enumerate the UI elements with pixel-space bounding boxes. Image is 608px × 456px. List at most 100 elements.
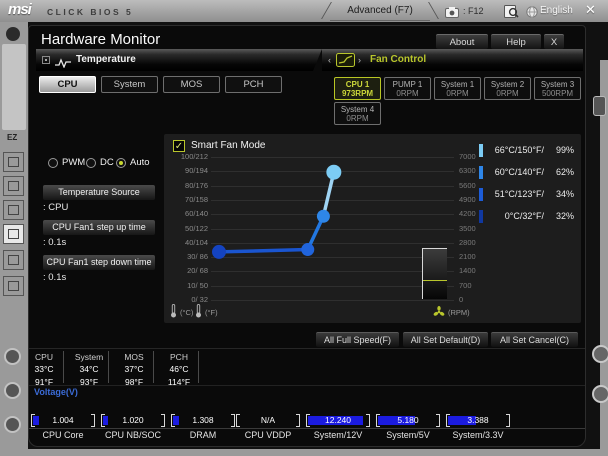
fan-control-section-label: Fan Control bbox=[370, 54, 427, 65]
right-edge-knob bbox=[592, 345, 608, 363]
advanced-mode-button[interactable]: Advanced (F7) bbox=[330, 0, 430, 21]
next-section-icon[interactable]: › bbox=[358, 55, 361, 65]
phone-icon bbox=[6, 27, 20, 41]
step-down-time-value: : 0.1s bbox=[43, 272, 67, 283]
screenshot-key-label: : F12 bbox=[463, 6, 484, 16]
radio-circle-icon bbox=[86, 157, 96, 168]
temp-column-cpu: CPU 33°C 91°F bbox=[24, 352, 64, 387]
top-bar: msi CLICK BIOS 5 Advanced (F7) : F12 Eng… bbox=[0, 0, 608, 22]
radio-circle-icon bbox=[116, 157, 126, 168]
temp-sensor-name: CPU bbox=[35, 352, 53, 362]
rpm-indicator-bar bbox=[422, 248, 447, 299]
radio-circle-icon bbox=[48, 157, 58, 168]
fan-button-system-1[interactable]: System 1 0RPM bbox=[434, 77, 481, 100]
divider bbox=[198, 351, 199, 383]
fan-button-cpu-1[interactable]: CPU 1 973RPM bbox=[334, 77, 381, 100]
tab-mos[interactable]: MOS bbox=[163, 76, 220, 93]
voltage-label: System/12V bbox=[313, 430, 363, 440]
fan-button-pump-1[interactable]: PUMP 1 0RPM bbox=[384, 77, 431, 100]
step-up-time-value: : 0.1s bbox=[43, 237, 67, 248]
help-button[interactable]: Help bbox=[491, 34, 541, 49]
curve-table-row: 0°C/32°F/32% bbox=[164, 209, 581, 225]
voltage-label: CPU VDDP bbox=[244, 430, 292, 440]
sidebar-fan-icon[interactable] bbox=[3, 224, 24, 244]
fan-curve-point-2[interactable] bbox=[301, 243, 315, 257]
step-down-time-button[interactable]: CPU Fan1 step down time bbox=[43, 255, 155, 270]
fan-control-section-header[interactable]: ‹ › Fan Control bbox=[322, 49, 583, 71]
fan-button-system-3[interactable]: System 3 500RPM bbox=[534, 77, 581, 100]
hardware-monitor-dialog: Hardware Monitor About Help X Temperatur… bbox=[28, 25, 586, 447]
voltage-value: N/A bbox=[260, 415, 276, 425]
celsius-unit-label: (°C) bbox=[180, 308, 194, 317]
temp-axis-tick: 0/ 32 bbox=[191, 295, 208, 304]
radio-dc[interactable]: DC bbox=[86, 154, 114, 168]
fan-button-system-2[interactable]: System 2 0RPM bbox=[484, 77, 531, 100]
voltage-gauge-cpu-vddp: N/A bbox=[236, 414, 300, 427]
globe-icon[interactable] bbox=[526, 5, 538, 23]
curve-duty-percent: 32% bbox=[555, 211, 574, 221]
voltage-gauge-cpu-nb-soc: 1.020 bbox=[101, 414, 165, 427]
fan-name: System 3 bbox=[540, 80, 575, 89]
sidebar-board-icon[interactable] bbox=[3, 250, 24, 270]
fan-curve-icon bbox=[336, 53, 355, 72]
tab-pch[interactable]: PCH bbox=[225, 76, 282, 93]
fan-name: System 2 bbox=[490, 80, 525, 89]
divider bbox=[153, 351, 154, 383]
curve-duty-percent: 34% bbox=[555, 189, 574, 199]
radio-pwm[interactable]: PWM bbox=[48, 154, 85, 168]
right-edge-slot bbox=[593, 96, 606, 116]
sidebar-panel bbox=[2, 44, 26, 130]
voltage-value: 5.180 bbox=[397, 415, 419, 425]
tab-system[interactable]: System bbox=[101, 76, 158, 93]
footer-button-all-full-speed-f-[interactable]: All Full Speed(F) bbox=[316, 332, 399, 347]
sidebar-dial-icon bbox=[4, 348, 21, 365]
camera-icon[interactable] bbox=[445, 5, 459, 23]
divider bbox=[29, 428, 585, 429]
right-edge-knob bbox=[592, 385, 608, 403]
status-strip: CPU 33°C 91°F System 34°C 93°F MOS 37°C 98°F PCH 4… bbox=[29, 348, 585, 447]
fan-rpm: 0RPM bbox=[496, 89, 519, 98]
temp-celsius-value: 33°C bbox=[34, 364, 54, 374]
background-sidebar: EZ bbox=[0, 22, 28, 456]
temperature-source-button[interactable]: Temperature Source bbox=[43, 185, 155, 200]
voltage-gauge-system-12v: 12.240 bbox=[306, 414, 370, 427]
prev-section-icon[interactable]: ‹ bbox=[328, 55, 331, 65]
msi-logo: msi bbox=[8, 1, 32, 18]
sidebar-drive-icon[interactable] bbox=[3, 200, 24, 220]
fan-button-system-4[interactable]: System 4 0RPM bbox=[334, 102, 381, 125]
temp-sensor-name: System bbox=[74, 352, 104, 362]
dialog-close-button[interactable]: X bbox=[544, 34, 564, 49]
voltage-value: 1.004 bbox=[52, 415, 74, 425]
sidebar-monitor-icon[interactable] bbox=[3, 152, 24, 172]
temp-axis-tick: 30/ 86 bbox=[187, 252, 208, 262]
step-up-time-button[interactable]: CPU Fan1 step up time bbox=[43, 220, 155, 235]
waveform-icon bbox=[55, 55, 71, 73]
sidebar-dial-icon bbox=[4, 382, 21, 399]
fan-icon bbox=[433, 305, 445, 323]
curve-color-bar bbox=[479, 210, 483, 223]
fan-name: CPU 1 bbox=[345, 80, 370, 89]
sidebar-keyboard-icon[interactable] bbox=[3, 176, 24, 196]
about-button[interactable]: About bbox=[436, 34, 488, 49]
language-selector[interactable]: English bbox=[540, 5, 573, 16]
voltage-value: 1.308 bbox=[192, 415, 214, 425]
voltage-value: 1.020 bbox=[122, 415, 144, 425]
fan-curve-point-1[interactable] bbox=[212, 244, 226, 259]
fan-name: PUMP 1 bbox=[392, 80, 423, 89]
tab-cpu[interactable]: CPU bbox=[39, 76, 96, 93]
temperature-source-value: : CPU bbox=[43, 202, 69, 213]
search-icon[interactable] bbox=[504, 5, 519, 23]
voltage-label: CPU Core bbox=[42, 430, 84, 440]
sidebar-bios-icon[interactable] bbox=[3, 276, 24, 296]
fan-rpm: 500RPM bbox=[541, 89, 574, 98]
footer-button-all-set-default-d-[interactable]: All Set Default(D) bbox=[403, 332, 488, 347]
curve-temp-label: 66°C/150°F/ bbox=[494, 145, 544, 155]
temperature-section-header[interactable]: Temperature bbox=[36, 49, 322, 71]
footer-button-all-set-cancel-c-[interactable]: All Set Cancel(C) bbox=[491, 332, 578, 347]
fahrenheit-unit-label: (°F) bbox=[205, 308, 218, 317]
fan-curve-segment bbox=[217, 247, 310, 254]
close-bios-icon[interactable]: ✕ bbox=[585, 2, 596, 18]
curve-temp-label: 60°C/140°F/ bbox=[494, 167, 544, 177]
temp-column-mos: MOS 37°C 98°F bbox=[114, 352, 154, 387]
radio-auto[interactable]: Auto bbox=[116, 154, 150, 168]
